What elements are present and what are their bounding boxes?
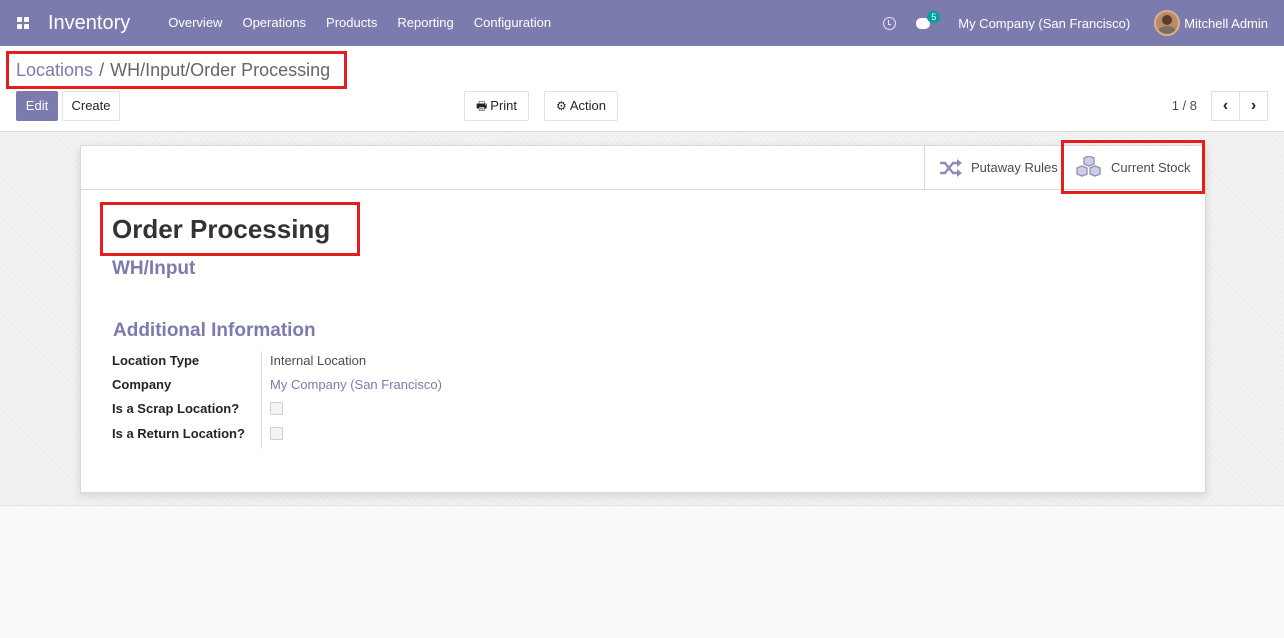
field-row-scrap: Is a Scrap Location? bbox=[112, 396, 283, 420]
messaging-button[interactable]: 5 bbox=[916, 11, 941, 31]
action-button[interactable]: ⚙ Action bbox=[544, 91, 618, 121]
pager-next-button[interactable]: › bbox=[1239, 91, 1268, 121]
breadcrumb-separator: / bbox=[99, 60, 105, 80]
action-label: Action bbox=[569, 98, 606, 113]
breadcrumb-locations[interactable]: Locations bbox=[16, 60, 93, 81]
main-menu: Overview Operations Products Reporting C… bbox=[158, 0, 561, 46]
print-button[interactable]: 🖶 Print bbox=[464, 91, 529, 121]
menu-item-products[interactable]: Products bbox=[316, 0, 387, 46]
section-title: Additional Information bbox=[113, 320, 316, 341]
menu-item-configuration[interactable]: Configuration bbox=[464, 0, 561, 46]
putaway-rules-button[interactable]: Putaway Rules bbox=[924, 146, 1065, 189]
putaway-rules-label: Putaway Rules bbox=[971, 160, 1058, 175]
location-type-value: Internal Location bbox=[270, 352, 367, 368]
smart-button-box: Putaway Rules Current Stock bbox=[81, 146, 1205, 190]
gear-icon: ⚙ bbox=[556, 99, 567, 113]
breadcrumb: Locations / WH/Input/Order Processing bbox=[16, 60, 330, 81]
app-name[interactable]: Inventory bbox=[48, 12, 130, 35]
field-row-return: Is a Return Location? bbox=[112, 421, 283, 445]
field-row-company: Company My Company (San Francisco) bbox=[112, 372, 442, 396]
menu-item-reporting[interactable]: Reporting bbox=[387, 0, 463, 46]
return-location-label: Is a Return Location? bbox=[112, 425, 245, 441]
control-panel: Locations / WH/Input/Order Processing Ed… bbox=[0, 46, 1284, 132]
edit-button[interactable]: Edit bbox=[16, 91, 58, 121]
menu-item-overview[interactable]: Overview bbox=[158, 0, 232, 46]
activity-clock-icon[interactable] bbox=[883, 16, 897, 30]
top-navbar: Inventory Overview Operations Products R… bbox=[0, 0, 1284, 46]
menu-item-operations[interactable]: Operations bbox=[232, 0, 316, 46]
chevron-left-icon: ‹ bbox=[1222, 97, 1229, 114]
field-row-location-type: Location Type Internal Location bbox=[112, 348, 366, 372]
chevron-right-icon: › bbox=[1250, 97, 1257, 114]
scrap-location-label: Is a Scrap Location? bbox=[112, 400, 240, 416]
print-label: Print bbox=[490, 98, 518, 113]
company-value-link[interactable]: My Company (San Francisco) bbox=[262, 377, 442, 392]
company-switcher[interactable]: My Company (San Francisco) bbox=[958, 16, 1130, 31]
scrap-location-checkbox[interactable] bbox=[270, 401, 283, 415]
return-location-checkbox[interactable] bbox=[270, 426, 283, 440]
location-name: Order Processing bbox=[112, 214, 331, 244]
form-sheet: Putaway Rules Current Stock Order Proces… bbox=[80, 145, 1206, 493]
navbar-systray: 5 My Company (San Francisco) Mitchell Ad… bbox=[883, 0, 1284, 46]
shuffle-icon bbox=[940, 158, 962, 177]
pager-previous-button[interactable]: ‹ bbox=[1211, 91, 1240, 121]
breadcrumb-current: WH/Input/Order Processing bbox=[110, 60, 331, 80]
parent-location-link[interactable]: WH/Input bbox=[112, 258, 195, 280]
pager-value[interactable]: 1 / 8 bbox=[1172, 98, 1197, 113]
company-label: Company bbox=[112, 376, 172, 392]
location-type-label: Location Type bbox=[112, 352, 200, 368]
user-menu[interactable]: Mitchell Admin bbox=[1184, 16, 1268, 31]
create-button[interactable]: Create bbox=[62, 91, 120, 121]
apps-menu-icon[interactable] bbox=[0, 0, 46, 46]
current-stock-button[interactable]: Current Stock bbox=[1065, 146, 1205, 189]
printer-icon: 🖶 bbox=[475, 99, 488, 113]
cubes-icon bbox=[1076, 155, 1101, 177]
avatar[interactable] bbox=[1154, 10, 1181, 36]
chat-badge: 5 bbox=[927, 11, 941, 23]
current-stock-label: Current Stock bbox=[1111, 160, 1191, 175]
